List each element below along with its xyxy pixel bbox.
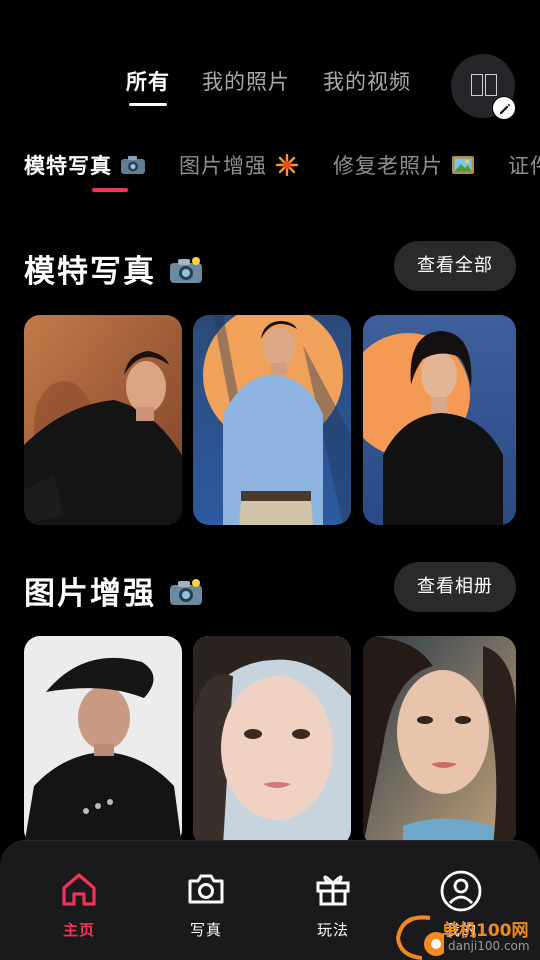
category-tab-id-photo[interactable]: 证件照	[508, 150, 540, 180]
nav-play-label: 玩法	[316, 921, 349, 939]
gift-icon	[316, 875, 350, 906]
portrait-icon	[471, 74, 483, 96]
enhance-photo-card-1[interactable]	[24, 636, 182, 846]
tab-my-photos-label: 我的照片	[202, 70, 290, 94]
user-icon	[440, 870, 482, 912]
category-active-indicator	[92, 188, 128, 192]
category-tab-restore[interactable]: 修复老照片	[333, 150, 475, 180]
nav-home[interactable]: 主页	[29, 869, 129, 940]
model-photo-card-1[interactable]	[24, 315, 182, 525]
category-tab-model[interactable]: 模特写真	[24, 150, 146, 192]
category-tab-enhance-label: 图片增强	[179, 154, 267, 178]
watermark-title: 单机100网	[442, 921, 529, 941]
tab-my-videos[interactable]: 我的视频	[323, 66, 411, 96]
section-title-model: 模特写真	[24, 246, 204, 293]
model-photo-card-3[interactable]	[363, 315, 516, 525]
camera-flash-emoji-icon	[168, 255, 204, 293]
nav-home-label: 主页	[62, 921, 95, 939]
section-title-enhance-text: 图片增强	[24, 576, 156, 612]
view-album-button[interactable]: 查看相册	[394, 562, 516, 612]
camera-icon	[188, 874, 224, 904]
portrait-icon-part	[485, 74, 497, 96]
site-watermark: 单机100网 danji100.com	[392, 912, 540, 960]
watermark-logo	[395, 915, 448, 960]
category-tab-restore-label: 修复老照片	[333, 154, 443, 178]
camera-emoji-icon	[120, 154, 146, 181]
tab-my-photos[interactable]: 我的照片	[202, 66, 290, 96]
picture-emoji-icon	[451, 155, 475, 180]
tab-all[interactable]: 所有	[126, 66, 170, 106]
tab-my-videos-label: 我的视频	[323, 70, 411, 94]
nav-play[interactable]: 玩法	[283, 869, 383, 940]
nav-photoshoot-label: 写真	[189, 921, 222, 939]
category-tab-model-label: 模特写真	[24, 154, 112, 178]
category-tab-id-photo-label: 证件照	[508, 154, 540, 178]
home-icon	[62, 873, 96, 906]
section-title-model-text: 模特写真	[24, 254, 156, 290]
category-tab-bar: 模特写真 图片增强 修复老照片 证件照	[0, 150, 540, 196]
active-tab-indicator	[129, 103, 167, 106]
enhance-photo-card-3[interactable]	[363, 636, 516, 846]
nav-photoshoot[interactable]: 写真	[156, 869, 256, 940]
model-photo-card-2[interactable]	[193, 315, 351, 525]
view-all-button[interactable]: 查看全部	[394, 241, 516, 291]
pencil-icon[interactable]	[492, 96, 516, 120]
category-tab-enhance[interactable]: 图片增强	[179, 150, 299, 182]
section-title-enhance: 图片增强	[24, 568, 204, 615]
camera-flash-emoji-icon	[168, 577, 204, 615]
sparkle-emoji-icon	[275, 153, 299, 182]
tab-all-label: 所有	[126, 70, 170, 94]
watermark-url: danji100.com	[448, 939, 530, 953]
enhance-photo-card-2[interactable]	[193, 636, 351, 846]
